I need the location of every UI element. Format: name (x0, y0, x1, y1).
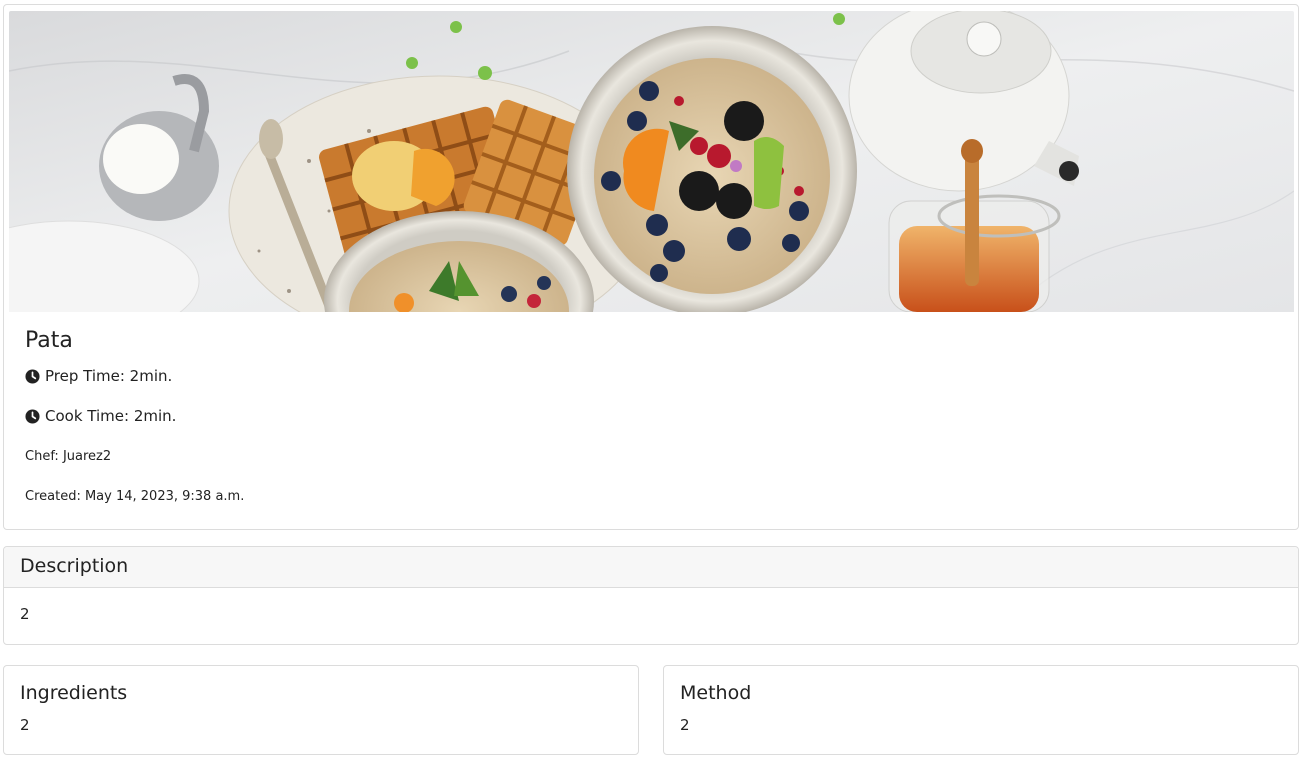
prep-time: Prep Time: 2min. (25, 367, 172, 385)
clock-icon (25, 408, 40, 424)
ingredients-body: 2 (20, 716, 30, 734)
description-card: Description 2 (3, 546, 1299, 645)
prep-time-text: Prep Time: 2min. (45, 367, 173, 385)
chef-name: Chef: Juarez2 (25, 449, 112, 464)
description-header: Description (4, 547, 1298, 588)
cook-time: Cook Time: 2min. (25, 407, 176, 425)
cook-time-text: Cook Time: 2min. (45, 407, 177, 425)
clock-icon (25, 368, 40, 384)
recipe-image (9, 11, 1294, 312)
recipe-title: Pata (25, 328, 73, 353)
method-card: Method 2 (663, 665, 1299, 755)
created-date: Created: May 14, 2023, 9:38 a.m. (25, 489, 245, 504)
method-header: Method (680, 682, 752, 704)
recipe-card: Pata Prep Time: 2min. Cook Time: 2min. C… (3, 4, 1299, 530)
ingredients-card: Ingredients 2 (3, 665, 639, 755)
ingredients-header: Ingredients (20, 682, 128, 704)
method-body: 2 (680, 716, 690, 734)
description-body: 2 (20, 605, 30, 623)
